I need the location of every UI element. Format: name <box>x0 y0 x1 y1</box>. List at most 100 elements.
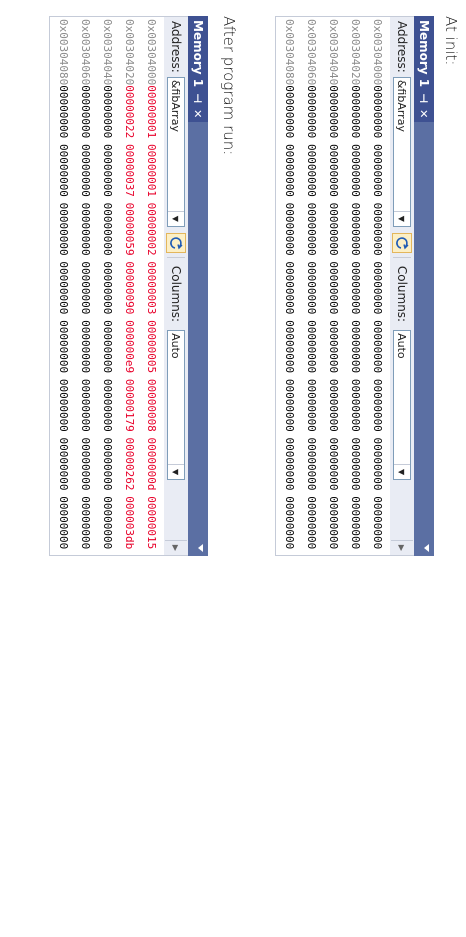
memory-cell[interactable]: 00000000 <box>278 85 300 144</box>
memory-cell[interactable]: 00000001 <box>140 85 162 144</box>
memory-cell[interactable]: 00000000 <box>52 144 74 203</box>
pin-icon[interactable]: ⊣ <box>192 93 205 103</box>
memory-cell[interactable]: 00000000 <box>366 85 388 144</box>
memory-cell[interactable]: 00000000 <box>344 379 366 438</box>
memory-cell[interactable]: 00000000 <box>74 85 96 144</box>
memory-cell[interactable]: 00000000 <box>278 379 300 438</box>
memory-cell[interactable]: 00000000 <box>96 320 118 379</box>
memory-cell[interactable]: 00000037 <box>118 144 140 203</box>
memory-cell[interactable]: 00000000 <box>300 85 322 144</box>
columns-select[interactable]: Auto ▼ <box>393 330 411 481</box>
memory-cell[interactable]: 00000000 <box>300 496 322 555</box>
memory-cell[interactable]: 00000000 <box>74 379 96 438</box>
columns-select[interactable]: Auto ▼ <box>167 330 185 481</box>
memory-cell[interactable]: 00000000 <box>96 496 118 555</box>
memory-cell[interactable]: 00000015 <box>140 496 162 555</box>
memory-cell[interactable]: 00000000 <box>74 496 96 555</box>
memory-cell[interactable]: 00000000 <box>366 496 388 555</box>
window-menu-dropdown-icon[interactable] <box>424 544 429 552</box>
memory-cell[interactable]: 00000000 <box>52 261 74 320</box>
memory-cell[interactable]: 00000000 <box>300 261 322 320</box>
memory-cell[interactable]: 00000000 <box>74 203 96 262</box>
address-dropdown-icon[interactable]: ▼ <box>168 210 184 226</box>
memory-cell[interactable]: 00000000 <box>366 261 388 320</box>
address-input[interactable]: &fibArray ▼ <box>393 76 411 227</box>
scroll-right-icon[interactable]: ▶ <box>165 540 187 555</box>
memory-cell[interactable]: 00000005 <box>140 320 162 379</box>
memory-cell[interactable]: 00000000 <box>52 85 74 144</box>
memory-cell[interactable]: 000000e9 <box>118 320 140 379</box>
memory-cell[interactable]: 000003db <box>118 496 140 555</box>
memory-tab[interactable]: Memory 1 ⊣ ✕ <box>188 16 208 123</box>
memory-cell[interactable]: 00000000 <box>52 320 74 379</box>
memory-cell[interactable]: 00000000 <box>322 496 344 555</box>
memory-cell[interactable]: 00000000 <box>96 438 118 497</box>
memory-cell[interactable]: 00000000 <box>322 144 344 203</box>
memory-cell[interactable]: 00000000 <box>344 85 366 144</box>
window-menu-dropdown-icon[interactable] <box>198 544 203 552</box>
memory-cell[interactable]: 00000000 <box>366 379 388 438</box>
memory-cell[interactable]: 00000000 <box>278 144 300 203</box>
memory-cell[interactable]: 00000000 <box>74 261 96 320</box>
memory-cell[interactable]: 00000000 <box>52 379 74 438</box>
memory-cell[interactable]: 00000000 <box>278 320 300 379</box>
memory-cell[interactable]: 00000000 <box>344 203 366 262</box>
memory-cell[interactable]: 00000000 <box>300 144 322 203</box>
memory-cell[interactable]: 00000000 <box>344 144 366 203</box>
address-dropdown-icon[interactable]: ▼ <box>394 210 410 226</box>
memory-cell[interactable]: 00000000 <box>300 320 322 379</box>
memory-cell[interactable]: 00000000 <box>366 144 388 203</box>
memory-cell[interactable]: 00000000 <box>52 496 74 555</box>
memory-cell[interactable]: 00000000 <box>278 438 300 497</box>
memory-cell[interactable]: 00000179 <box>118 379 140 438</box>
memory-cell[interactable]: 00000000 <box>300 379 322 438</box>
memory-cell[interactable]: 00000002 <box>140 203 162 262</box>
memory-cell[interactable]: 00000000 <box>300 438 322 497</box>
memory-cell[interactable]: 00000000 <box>300 203 322 262</box>
memory-cell[interactable]: 00000000 <box>322 261 344 320</box>
memory-cell[interactable]: 00000000 <box>96 85 118 144</box>
memory-cell[interactable]: 00000000 <box>96 261 118 320</box>
address-input[interactable]: &fibArray ▼ <box>167 76 185 227</box>
memory-cell[interactable]: 00000000 <box>344 438 366 497</box>
memory-cell[interactable]: 00000000 <box>322 85 344 144</box>
memory-cell[interactable]: 00000000 <box>366 320 388 379</box>
close-icon[interactable]: ✕ <box>418 109 431 118</box>
memory-cell[interactable]: 00000000 <box>278 496 300 555</box>
memory-cell[interactable]: 00000003 <box>140 261 162 320</box>
memory-cell[interactable]: 00000000 <box>322 320 344 379</box>
memory-cell[interactable]: 00000000 <box>322 203 344 262</box>
pin-icon[interactable]: ⊣ <box>418 93 431 103</box>
memory-cell[interactable]: 00000000 <box>322 379 344 438</box>
memory-cell[interactable]: 00000000 <box>74 144 96 203</box>
memory-cell[interactable]: 00000262 <box>118 438 140 497</box>
memory-cell[interactable]: 00000000 <box>322 438 344 497</box>
memory-cell[interactable]: 00000008 <box>140 379 162 438</box>
memory-cell[interactable]: 00000001 <box>140 144 162 203</box>
close-icon[interactable]: ✕ <box>192 109 205 118</box>
memory-cell[interactable]: 00000090 <box>118 261 140 320</box>
memory-cell[interactable]: 00000000 <box>96 379 118 438</box>
memory-cell[interactable]: 00000000 <box>366 438 388 497</box>
columns-dropdown-icon[interactable]: ▼ <box>394 464 410 480</box>
memory-tab[interactable]: Memory 1 ⊣ ✕ <box>414 16 434 123</box>
memory-cell[interactable]: 00000000 <box>52 203 74 262</box>
memory-cell[interactable]: 00000000 <box>344 496 366 555</box>
reevaluate-button[interactable] <box>392 232 412 253</box>
memory-cell[interactable]: 00000000 <box>344 320 366 379</box>
memory-cell[interactable]: 00000000 <box>366 203 388 262</box>
memory-cell[interactable]: 00000000 <box>52 438 74 497</box>
reevaluate-button[interactable] <box>166 232 186 253</box>
memory-cell[interactable]: 00000000 <box>96 144 118 203</box>
memory-cell[interactable]: 00000000 <box>74 320 96 379</box>
memory-cell[interactable]: 00000022 <box>118 85 140 144</box>
memory-cell[interactable]: 00000000 <box>278 203 300 262</box>
memory-cell[interactable]: 00000000 <box>74 438 96 497</box>
memory-cell[interactable]: 00000000 <box>96 203 118 262</box>
scroll-right-icon[interactable]: ▶ <box>391 540 413 555</box>
memory-cell[interactable]: 00000000 <box>344 261 366 320</box>
columns-dropdown-icon[interactable]: ▼ <box>168 464 184 480</box>
memory-cell[interactable]: 0000000d <box>140 438 162 497</box>
memory-cell[interactable]: 00000000 <box>278 261 300 320</box>
memory-cell[interactable]: 00000059 <box>118 203 140 262</box>
